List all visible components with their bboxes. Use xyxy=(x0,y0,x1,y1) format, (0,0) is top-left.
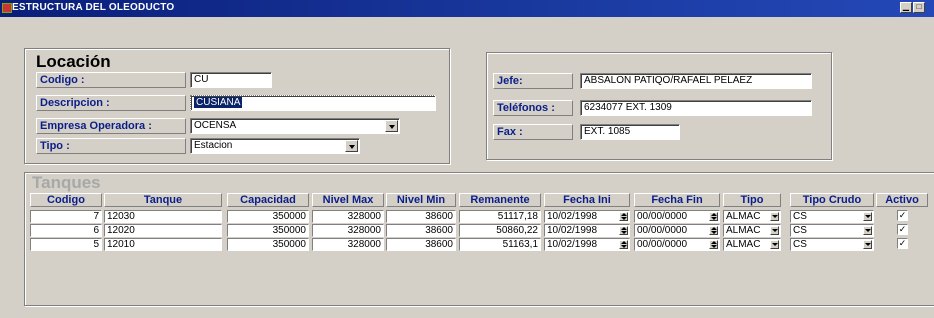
col-header-fecha-ini[interactable]: Fecha Ini xyxy=(544,193,630,207)
cell-remanente[interactable]: 50860,22 xyxy=(459,224,541,237)
cell-capacidad[interactable]: 350000 xyxy=(227,224,309,237)
window-title: ESTRUCTURA DEL OLEODUCTO xyxy=(12,2,175,13)
empresa-operadora-label: Empresa Operadora : xyxy=(36,118,186,134)
col-header-remanente[interactable]: Remanente xyxy=(459,193,541,207)
col-header-codigo[interactable]: Codigo xyxy=(30,193,102,207)
chevron-down-icon[interactable] xyxy=(770,226,779,235)
minimize-button[interactable]: ▁ xyxy=(900,2,912,13)
col-header-capacidad[interactable]: Capacidad xyxy=(227,193,309,207)
chevron-down-icon[interactable] xyxy=(345,140,358,152)
chevron-down-icon[interactable] xyxy=(863,212,872,221)
spinner-icon[interactable] xyxy=(619,212,628,221)
activo-checkbox[interactable]: ✓ xyxy=(897,224,908,235)
tipo-value: ALMAC xyxy=(726,211,761,222)
fecha-fin-value: 00/00/0000 xyxy=(637,211,688,222)
descripcion-selected-text: CUSIANA xyxy=(194,97,243,108)
activo-checkbox[interactable]: ✓ xyxy=(897,238,908,249)
cell-fecha-ini[interactable]: 10/02/1998 xyxy=(544,238,630,251)
fecha-ini-value: 10/02/1998 xyxy=(547,211,598,222)
spinner-icon[interactable] xyxy=(709,226,718,235)
cell-fecha-ini[interactable]: 10/02/1998 xyxy=(544,210,630,223)
tipo-value: Estacion xyxy=(194,140,233,151)
cell-tanque[interactable]: 12010 xyxy=(104,238,222,251)
fecha-ini-value: 10/02/1998 xyxy=(547,239,598,250)
tipo-crudo-value: CS xyxy=(793,239,807,250)
cell-nivel-min[interactable]: 38600 xyxy=(386,210,456,223)
location-title: Locación xyxy=(36,52,111,71)
fecha-ini-value: 10/02/1998 xyxy=(547,225,598,236)
cell-tanque[interactable]: 12030 xyxy=(104,210,222,223)
codigo-input[interactable]: CU xyxy=(190,72,272,88)
tipo-select[interactable]: Estacion xyxy=(190,138,360,154)
fax-input[interactable]: EXT. 1085 xyxy=(580,124,680,140)
cell-tipo-crudo[interactable]: CS xyxy=(790,210,874,223)
cell-tipo-crudo[interactable]: CS xyxy=(790,238,874,251)
chevron-down-icon[interactable] xyxy=(385,120,398,132)
cell-nivel-min[interactable]: 38600 xyxy=(386,224,456,237)
cell-fecha-fin[interactable]: 00/00/0000 xyxy=(634,224,720,237)
chevron-down-icon[interactable] xyxy=(863,240,872,249)
cell-codigo[interactable]: 6 xyxy=(30,224,102,237)
fax-label: Fax : xyxy=(493,124,573,140)
fecha-fin-value: 00/00/0000 xyxy=(637,239,688,250)
descripcion-input[interactable]: CUSIANA xyxy=(190,95,436,111)
col-header-tipo[interactable]: Tipo xyxy=(723,193,781,207)
cell-fecha-fin[interactable]: 00/00/0000 xyxy=(634,210,720,223)
chevron-down-icon[interactable] xyxy=(770,240,779,249)
cell-fecha-ini[interactable]: 10/02/1998 xyxy=(544,224,630,237)
cell-codigo[interactable]: 7 xyxy=(30,210,102,223)
col-header-tipo-crudo[interactable]: Tipo Crudo xyxy=(790,193,874,207)
tanques-title: Tanques xyxy=(32,173,101,192)
codigo-label: Codigo : xyxy=(36,72,186,88)
cell-tipo-crudo[interactable]: CS xyxy=(790,224,874,237)
cell-nivel-max[interactable]: 328000 xyxy=(312,210,384,223)
spinner-icon[interactable] xyxy=(709,240,718,249)
cell-nivel-min[interactable]: 38600 xyxy=(386,238,456,251)
chevron-down-icon[interactable] xyxy=(770,212,779,221)
cell-tipo[interactable]: ALMAC xyxy=(723,224,781,237)
tipo-value: ALMAC xyxy=(726,225,761,236)
empresa-operadora-value: OCENSA xyxy=(194,120,237,131)
window-title-bar[interactable]: ESTRUCTURA DEL OLEODUCTO ▁ □ xyxy=(0,0,934,17)
fecha-fin-value: 00/00/0000 xyxy=(637,225,688,236)
col-header-fecha-fin[interactable]: Fecha Fin xyxy=(634,193,720,207)
chevron-down-icon[interactable] xyxy=(863,226,872,235)
empresa-operadora-select[interactable]: OCENSA xyxy=(190,118,400,134)
cell-codigo[interactable]: 5 xyxy=(30,238,102,251)
spinner-icon[interactable] xyxy=(619,226,628,235)
tipo-label: Tipo : xyxy=(36,138,186,154)
col-header-tanque[interactable]: Tanque xyxy=(104,193,222,207)
tipo-crudo-value: CS xyxy=(793,225,807,236)
jefe-input[interactable]: ABSALON PATIQO/RAFAEL PELAEZ xyxy=(580,73,812,89)
spinner-icon[interactable] xyxy=(709,212,718,221)
cell-tanque[interactable]: 12020 xyxy=(104,224,222,237)
cell-fecha-fin[interactable]: 00/00/0000 xyxy=(634,238,720,251)
cell-tipo[interactable]: ALMAC xyxy=(723,238,781,251)
col-header-activo[interactable]: Activo xyxy=(876,193,928,207)
descripcion-label: Descripcion : xyxy=(36,95,186,111)
activo-checkbox[interactable]: ✓ xyxy=(897,210,908,221)
jefe-label: Jefe: xyxy=(493,73,573,89)
col-header-nivel-min[interactable]: Nivel Min xyxy=(386,193,456,207)
cell-tipo[interactable]: ALMAC xyxy=(723,210,781,223)
tipo-value: ALMAC xyxy=(726,239,761,250)
cell-nivel-max[interactable]: 328000 xyxy=(312,238,384,251)
cell-remanente[interactable]: 51117,18 xyxy=(459,210,541,223)
spinner-icon[interactable] xyxy=(619,240,628,249)
telefonos-label: Teléfonos : xyxy=(493,100,573,116)
tipo-crudo-value: CS xyxy=(793,211,807,222)
app-icon xyxy=(2,3,12,13)
cell-capacidad[interactable]: 350000 xyxy=(227,210,309,223)
cell-remanente[interactable]: 51163,1 xyxy=(459,238,541,251)
cell-nivel-max[interactable]: 328000 xyxy=(312,224,384,237)
col-header-nivel-max[interactable]: Nivel Max xyxy=(312,193,384,207)
cell-capacidad[interactable]: 350000 xyxy=(227,238,309,251)
maximize-button[interactable]: □ xyxy=(913,2,925,13)
telefonos-input[interactable]: 6234077 EXT. 1309 xyxy=(580,100,812,116)
